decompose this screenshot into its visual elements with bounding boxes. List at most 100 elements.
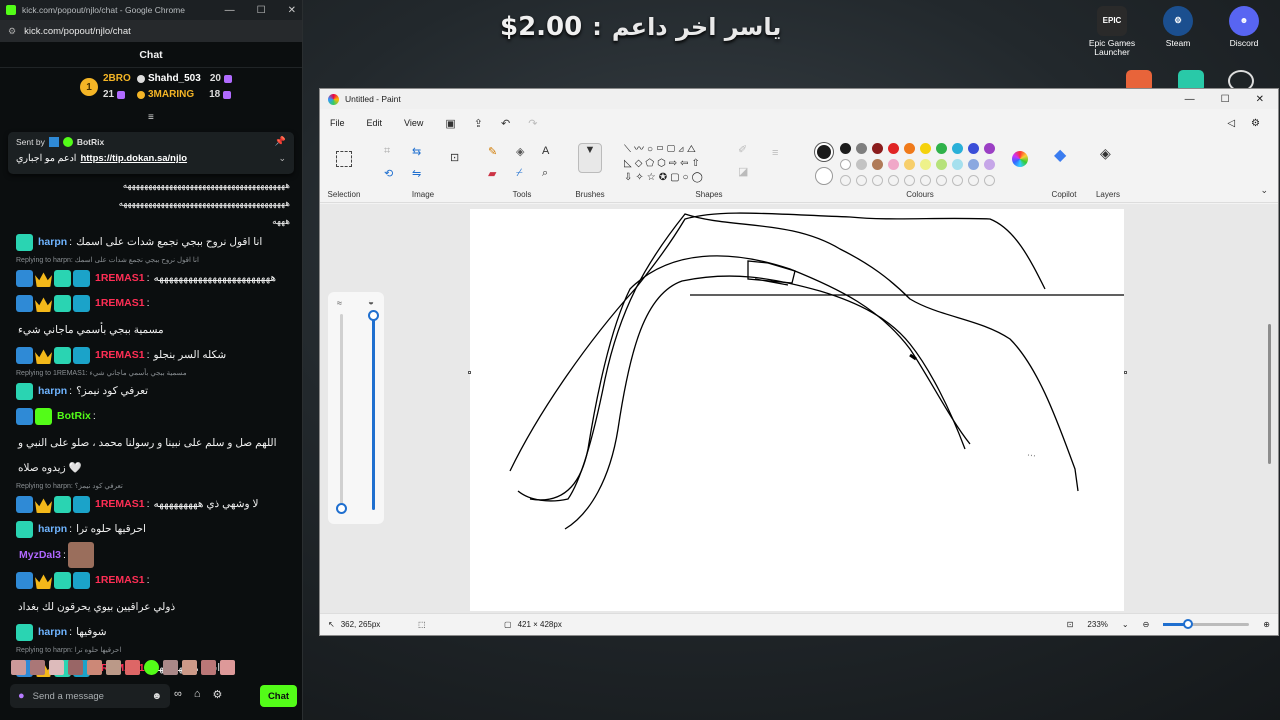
quick-emotes-icon[interactable]: ∞ — [174, 688, 182, 701]
emote-icon[interactable] — [106, 660, 121, 675]
brush-size-slider[interactable] — [336, 314, 347, 514]
chat-send-button[interactable]: Chat — [260, 685, 297, 707]
resize-handle[interactable] — [468, 371, 471, 374]
redo-icon[interactable]: ↷ — [528, 117, 537, 130]
custom-color-slot[interactable] — [984, 175, 995, 186]
line-width-icon[interactable]: ≡ — [772, 147, 778, 159]
color-swatch[interactable] — [872, 159, 883, 170]
text-icon[interactable]: A — [542, 145, 549, 157]
menu-edit[interactable]: Edit — [367, 118, 383, 128]
reply-context[interactable]: Replying to harpn: احرقيها حلوه ترا — [16, 645, 290, 656]
color-swatch[interactable] — [984, 143, 995, 154]
chat-username[interactable]: harpn — [38, 517, 67, 542]
reply-context[interactable]: Replying to 1REMAS1: مسمية ببجي بأسمي ما… — [16, 368, 290, 379]
copilot-icon[interactable]: ◆ — [1054, 145, 1066, 165]
emote-icon[interactable] — [125, 660, 140, 675]
opacity-slider[interactable] — [368, 310, 379, 510]
leaderboard-entry[interactable]: 2BRO — [103, 73, 131, 84]
color-picker-icon[interactable]: ⌿ — [516, 167, 523, 180]
settings-gear-icon[interactable]: ⚙ — [1251, 118, 1260, 129]
chat-username[interactable]: harpn — [38, 620, 67, 645]
chat-input-placeholder[interactable]: Send a message — [33, 691, 104, 702]
close-button[interactable]: ✕ — [1256, 94, 1264, 105]
emote-icon[interactable] — [144, 660, 159, 675]
resize-icon[interactable]: ⇆ — [412, 145, 421, 158]
image-select-icon[interactable]: ⊡ — [450, 151, 459, 164]
outline-icon[interactable]: ✐ — [738, 143, 747, 156]
color-swatch[interactable] — [984, 159, 995, 170]
store-icon[interactable]: ⌂ — [194, 688, 201, 701]
maximize-button[interactable]: ☐ — [257, 5, 266, 16]
color-swatch[interactable] — [856, 159, 867, 170]
zoom-out-icon[interactable]: ⊖ — [1143, 620, 1150, 629]
chat-username[interactable]: 1REMAS1 — [95, 492, 145, 517]
reply-context[interactable]: Replying to harpn: انا اقول نروح ببجي نج… — [16, 255, 290, 266]
custom-color-slot[interactable] — [872, 175, 883, 186]
ribbon-collapse-icon[interactable]: ⌄ — [1260, 185, 1268, 196]
magnifier-icon[interactable]: ⌕ — [542, 167, 548, 180]
color-swatch[interactable] — [936, 143, 947, 154]
comments-icon[interactable]: ◁ — [1227, 118, 1235, 129]
emote-icon[interactable] — [49, 660, 64, 675]
color-swatch[interactable] — [968, 143, 979, 154]
custom-color-slot[interactable] — [936, 175, 947, 186]
desktop-icon-discord[interactable]: ☻ Discord — [1218, 6, 1270, 58]
emote-image[interactable] — [67, 542, 94, 568]
color-swatch[interactable] — [936, 159, 947, 170]
minimize-button[interactable]: — — [1185, 94, 1195, 105]
color-swatch[interactable] — [904, 143, 915, 154]
reply-context[interactable]: Replying to harpn: تعرفي كود نيمز؟ — [16, 481, 290, 492]
color-swatch[interactable] — [888, 143, 899, 154]
resize-handle[interactable] — [1124, 371, 1127, 374]
color-swatch[interactable] — [904, 159, 915, 170]
url-text[interactable]: kick.com/popout/njlo/chat — [24, 26, 131, 37]
leaderboard-entry[interactable]: 3MARING 18 — [137, 89, 232, 100]
brush-icon[interactable]: ▼ — [578, 143, 602, 173]
slider-knob[interactable] — [368, 310, 379, 321]
secondary-color-swatch[interactable] — [815, 167, 833, 185]
share-icon[interactable]: ⇪ — [474, 117, 483, 130]
menu-view[interactable]: View — [404, 118, 423, 128]
custom-color-slot[interactable] — [952, 175, 963, 186]
chat-username[interactable]: 1REMAS1 — [95, 568, 145, 593]
zoom-slider[interactable] — [1163, 619, 1250, 629]
pinned-link[interactable]: https://tip.dokan.sa/njlo — [80, 153, 187, 164]
color-swatch[interactable] — [872, 143, 883, 154]
color-swatch[interactable] — [856, 143, 867, 154]
custom-color-slot[interactable] — [904, 175, 915, 186]
emote-icon[interactable] — [30, 660, 45, 675]
close-button[interactable]: ✕ — [288, 5, 296, 16]
custom-color-slot[interactable] — [888, 175, 899, 186]
flip-icon[interactable]: ⇋ — [412, 167, 421, 180]
edit-colors-icon[interactable] — [1012, 151, 1028, 167]
color-swatch[interactable] — [952, 159, 963, 170]
fill-icon[interactable]: ◈ — [516, 145, 524, 158]
desktop-icon-epic-games[interactable]: EPIC Epic Games Launcher — [1086, 6, 1138, 58]
chat-input[interactable]: ● Send a message ☻ — [10, 684, 170, 708]
vertical-scrollbar[interactable] — [1267, 204, 1272, 604]
emote-icon[interactable] — [163, 660, 178, 675]
selection-icon[interactable] — [336, 151, 352, 167]
emote-icon[interactable] — [220, 660, 235, 675]
color-swatch[interactable] — [888, 159, 899, 170]
minimize-button[interactable]: — — [225, 5, 235, 16]
color-swatch[interactable] — [920, 143, 931, 154]
chat-username[interactable]: BotRix — [57, 404, 91, 429]
emote-icon[interactable] — [182, 660, 197, 675]
color-swatch[interactable] — [840, 159, 851, 170]
zoom-dropdown-icon[interactable]: ⌄ — [1122, 620, 1129, 629]
pencil-icon[interactable]: ✎ — [488, 145, 497, 158]
chevron-down-icon[interactable]: ⌄ — [278, 153, 286, 164]
emoji-icon[interactable]: ☻ — [151, 691, 162, 702]
pin-icon[interactable]: 📌 — [275, 136, 286, 147]
emote-icon[interactable] — [87, 660, 102, 675]
save-icon[interactable]: ▣ — [445, 117, 455, 130]
scrollbar-thumb[interactable] — [1268, 324, 1271, 464]
leaderboard-entry[interactable]: Shahd_503 20 — [137, 73, 232, 84]
undo-icon[interactable]: ↶ — [501, 117, 510, 130]
color-swatch[interactable] — [952, 143, 963, 154]
color-swatch[interactable] — [840, 143, 851, 154]
site-info-icon[interactable]: ⚙ — [8, 26, 16, 37]
emote-icon[interactable] — [201, 660, 216, 675]
slider-knob[interactable] — [1183, 619, 1194, 629]
